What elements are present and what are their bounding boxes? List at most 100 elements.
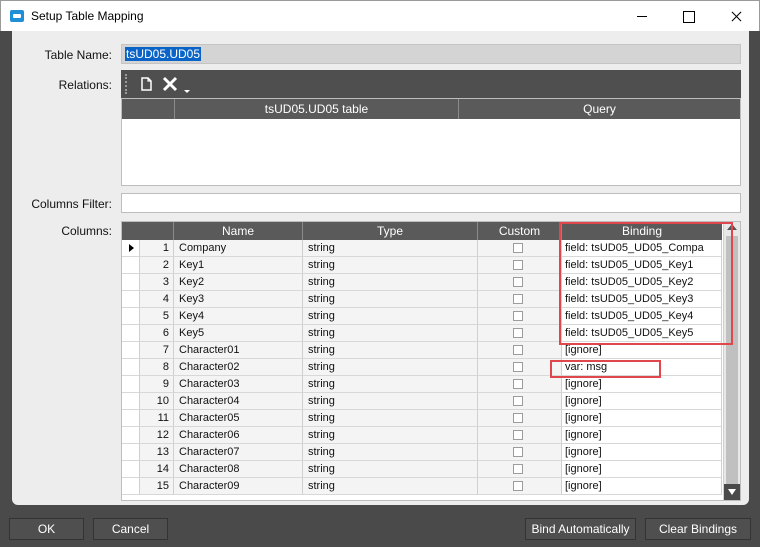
table-row[interactable]: 10 Character04 string [ignore]	[122, 393, 722, 410]
row-selector[interactable]	[122, 461, 140, 478]
ok-button[interactable]: OK	[9, 518, 84, 540]
column-binding[interactable]: [ignore]	[562, 393, 722, 410]
row-selector[interactable]	[122, 427, 140, 444]
column-binding[interactable]: [ignore]	[562, 478, 722, 495]
bind-automatically-button[interactable]: Bind Automatically	[525, 518, 636, 540]
column-binding[interactable]: [ignore]	[562, 461, 722, 478]
row-selector[interactable]	[122, 291, 140, 308]
minimize-button[interactable]	[619, 1, 665, 31]
custom-checkbox[interactable]	[513, 294, 523, 304]
column-type[interactable]: string	[303, 478, 478, 495]
column-name[interactable]: Character04	[174, 393, 303, 410]
table-row[interactable]: 12 Character06 string [ignore]	[122, 427, 722, 444]
column-binding[interactable]: [ignore]	[562, 427, 722, 444]
copy-icon[interactable]	[137, 75, 155, 93]
column-type[interactable]: string	[303, 427, 478, 444]
column-name[interactable]: Character07	[174, 444, 303, 461]
table-row[interactable]: 13 Character07 string [ignore]	[122, 444, 722, 461]
dropdown-icon[interactable]	[183, 84, 191, 94]
row-selector[interactable]	[122, 342, 140, 359]
custom-checkbox[interactable]	[513, 345, 523, 355]
column-type[interactable]: string	[303, 410, 478, 427]
custom-checkbox[interactable]	[513, 447, 523, 457]
row-selector[interactable]	[122, 393, 140, 410]
column-custom	[478, 478, 562, 495]
column-name[interactable]: Character06	[174, 427, 303, 444]
table-row[interactable]: 15 Character09 string [ignore]	[122, 478, 722, 495]
column-custom	[478, 342, 562, 359]
column-type[interactable]: string	[303, 240, 478, 257]
column-name[interactable]: Character03	[174, 376, 303, 393]
column-type[interactable]: string	[303, 393, 478, 410]
column-name[interactable]: Character08	[174, 461, 303, 478]
row-number: 6	[140, 325, 174, 342]
table-row[interactable]: 9 Character03 string [ignore]	[122, 376, 722, 393]
column-name[interactable]: Character01	[174, 342, 303, 359]
custom-checkbox[interactable]	[513, 396, 523, 406]
custom-checkbox[interactable]	[513, 481, 523, 491]
columns-filter-input[interactable]	[121, 193, 741, 213]
column-name[interactable]: Company	[174, 240, 303, 257]
column-name[interactable]: Character05	[174, 410, 303, 427]
custom-checkbox[interactable]	[513, 464, 523, 474]
column-name[interactable]: Key2	[174, 274, 303, 291]
columns-header-type[interactable]: Type	[303, 222, 478, 240]
column-type[interactable]: string	[303, 274, 478, 291]
column-type[interactable]: string	[303, 359, 478, 376]
row-selector[interactable]	[122, 257, 140, 274]
table-name-field[interactable]: tsUD05.UD05	[121, 44, 741, 64]
column-binding[interactable]: [ignore]	[562, 376, 722, 393]
custom-checkbox[interactable]	[513, 413, 523, 423]
table-row[interactable]: 14 Character08 string [ignore]	[122, 461, 722, 478]
row-selector[interactable]	[122, 410, 140, 427]
row-selector[interactable]	[122, 478, 140, 495]
relations-grid[interactable]: tsUD05.UD05 table Query	[121, 98, 741, 186]
relations-label: Relations:	[58, 78, 112, 92]
column-type[interactable]: string	[303, 342, 478, 359]
scroll-down-button[interactable]	[724, 484, 740, 500]
column-name[interactable]: Key5	[174, 325, 303, 342]
title-bar: Setup Table Mapping	[0, 0, 760, 31]
column-name[interactable]: Character09	[174, 478, 303, 495]
row-selector[interactable]	[122, 325, 140, 342]
custom-checkbox[interactable]	[513, 260, 523, 270]
column-type[interactable]: string	[303, 257, 478, 274]
row-selector[interactable]	[122, 444, 140, 461]
relations-header-table[interactable]: tsUD05.UD05 table	[175, 99, 459, 119]
columns-header-name[interactable]: Name	[174, 222, 303, 240]
custom-checkbox[interactable]	[513, 328, 523, 338]
relations-header-query[interactable]: Query	[459, 99, 740, 119]
row-selector[interactable]	[122, 274, 140, 291]
row-number: 1	[140, 240, 174, 257]
column-type[interactable]: string	[303, 325, 478, 342]
custom-checkbox[interactable]	[513, 362, 523, 372]
custom-checkbox[interactable]	[513, 430, 523, 440]
custom-checkbox[interactable]	[513, 311, 523, 321]
custom-checkbox[interactable]	[513, 277, 523, 287]
column-name[interactable]: Character02	[174, 359, 303, 376]
table-row[interactable]: 11 Character05 string [ignore]	[122, 410, 722, 427]
row-selector[interactable]	[122, 376, 140, 393]
close-button[interactable]	[713, 1, 759, 31]
column-type[interactable]: string	[303, 461, 478, 478]
row-number: 5	[140, 308, 174, 325]
custom-checkbox[interactable]	[513, 243, 523, 253]
columns-header-custom[interactable]: Custom	[478, 222, 562, 240]
delete-icon[interactable]	[161, 75, 179, 93]
column-type[interactable]: string	[303, 291, 478, 308]
column-name[interactable]: Key3	[174, 291, 303, 308]
cancel-button[interactable]: Cancel	[93, 518, 168, 540]
column-binding[interactable]: [ignore]	[562, 444, 722, 461]
row-selector[interactable]	[122, 359, 140, 376]
custom-checkbox[interactable]	[513, 379, 523, 389]
column-name[interactable]: Key1	[174, 257, 303, 274]
column-name[interactable]: Key4	[174, 308, 303, 325]
row-selector[interactable]	[122, 308, 140, 325]
clear-bindings-button[interactable]: Clear Bindings	[645, 518, 751, 540]
column-type[interactable]: string	[303, 376, 478, 393]
column-type[interactable]: string	[303, 308, 478, 325]
maximize-button[interactable]	[665, 1, 711, 31]
row-selector[interactable]	[122, 240, 140, 257]
column-type[interactable]: string	[303, 444, 478, 461]
column-binding[interactable]: [ignore]	[562, 410, 722, 427]
